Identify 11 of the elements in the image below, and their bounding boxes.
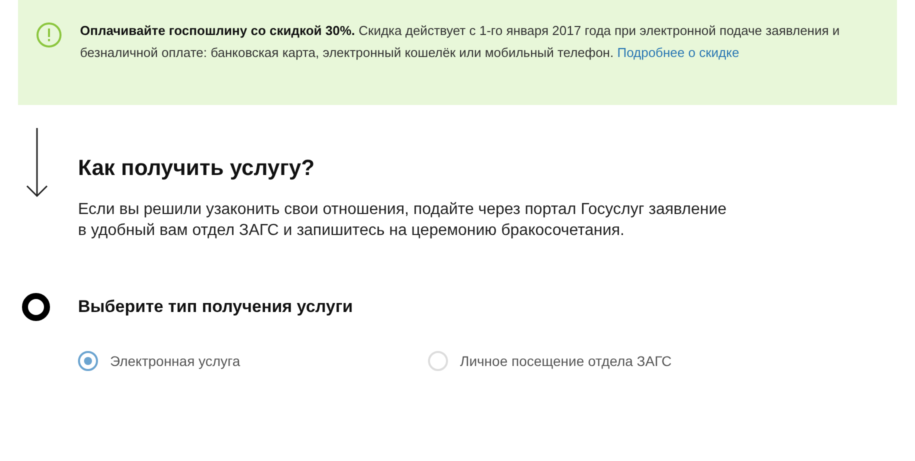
notice-text: Оплачивайте госпошлину со скидкой 30%. Скидка действует с 1-го января 2017 года при электронной подаче заявления и безналичной оплате: банковская карта, электронный кошелёк или мобильный телефон. Подробнее о скидке [80,22,840,62]
step-marker-icon [22,293,50,321]
down-arrow-icon [26,128,48,198]
step-title: Выберите тип получения услуги [78,297,353,317]
section-title: Как получить услугу? [78,155,316,181]
option-label: Электронная услуга [110,353,240,369]
option-label: Личное посещение отдела ЗАГС [460,353,672,369]
more-link[interactable]: Подробнее о скидке [617,45,740,60]
section-description: Если вы решили узаконить свои отношения, подайте через портал Госуслуг заявление в удобный вам отдел ЗАГС и запишитесь на церемонию бракосочетания. [78,200,728,241]
exclamation-icon [36,22,62,48]
radio-button[interactable] [78,351,98,371]
